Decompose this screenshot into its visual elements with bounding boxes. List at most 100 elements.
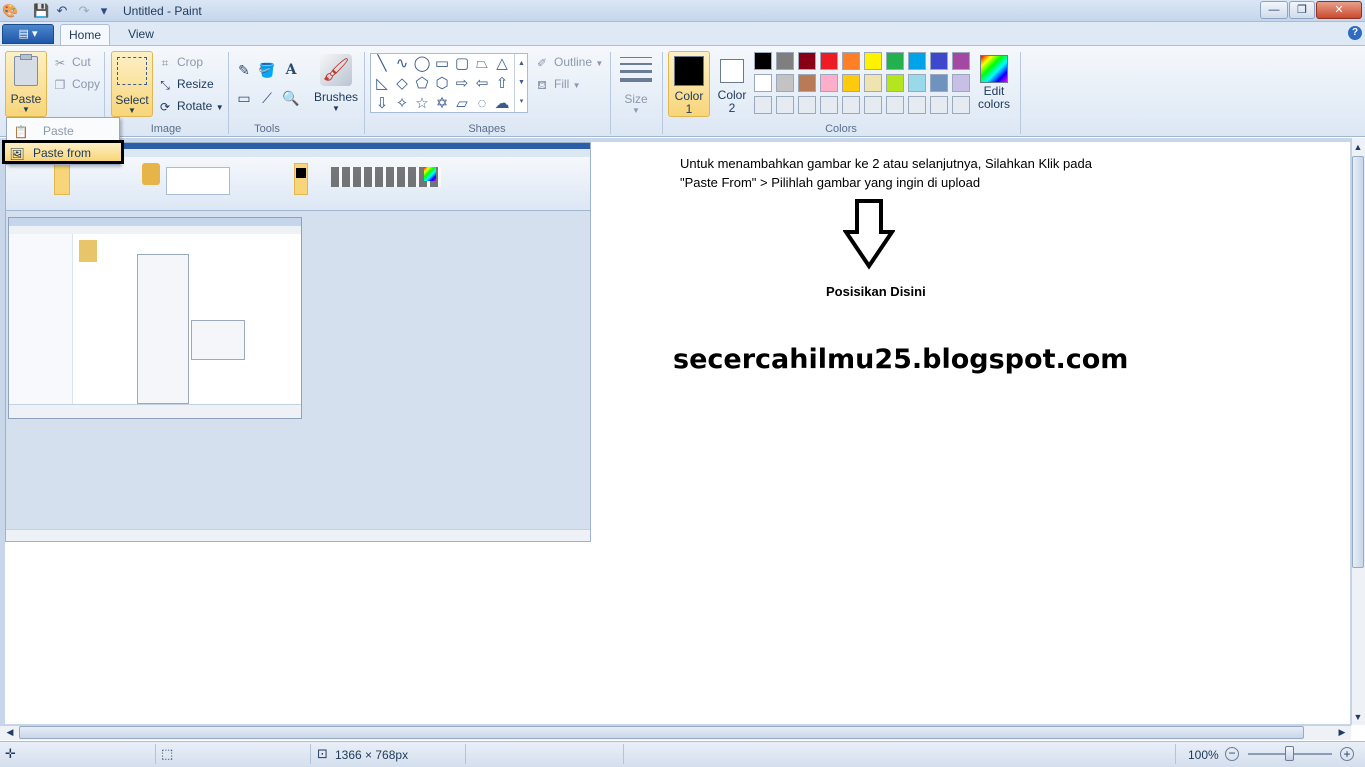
scroll-right-arrow-icon[interactable]: ▶ [1336,727,1348,738]
line-shape-icon[interactable]: ╲ [372,54,392,74]
magnifier-icon[interactable]: 🔍 [280,87,302,109]
text-tool-icon[interactable]: A [280,59,302,81]
palette-swatch[interactable] [908,96,926,114]
paste-button[interactable]: Paste ▼ [5,51,47,117]
six-point-star-shape-icon[interactable]: ✡ [432,94,452,114]
rotate-button[interactable]: ⟳ Rotate ▼ [157,97,224,115]
palette-swatch[interactable] [820,52,838,70]
select-button[interactable]: Select ▼ [111,51,153,117]
palette-swatch[interactable] [798,52,816,70]
diamond-shape-icon[interactable]: ◇ [392,74,412,94]
five-point-star-shape-icon[interactable]: ☆ [412,94,432,114]
palette-swatch[interactable] [864,74,882,92]
palette-swatch[interactable] [842,96,860,114]
color1-button[interactable]: Color 1 [668,51,710,117]
palette-swatch[interactable] [776,52,794,70]
paint-menu-button[interactable]: ▤ ▾ [2,24,54,44]
palette-swatch[interactable] [952,52,970,70]
paint-app-icon[interactable]: 🎨 [2,3,18,19]
pencil-icon[interactable]: ✎ [233,59,255,81]
palette-swatch[interactable] [930,52,948,70]
redo-icon[interactable]: ↷ [76,3,92,19]
save-icon[interactable]: 💾 [33,3,49,19]
palette-swatch[interactable] [798,74,816,92]
palette-swatch[interactable] [864,96,882,114]
zoom-slider-thumb[interactable] [1285,746,1294,761]
paste-dropdown-arrow-icon[interactable]: ▼ [6,106,46,114]
down-arrow-shape-icon[interactable]: ⇩ [372,94,392,114]
cut-button[interactable]: ✂ Cut [52,53,91,71]
palette-swatch[interactable] [952,74,970,92]
polygon-shape-icon[interactable]: ⏢ [472,54,492,74]
curve-shape-icon[interactable]: ∿ [392,54,412,74]
rounded-rectangle-shape-icon[interactable]: ▢ [452,54,472,74]
scroll-down-arrow-icon[interactable]: ▼ [1352,712,1364,722]
tools-group-label: Tools [254,123,280,135]
menu-item-paste-from[interactable]: 🖼 Paste from [2,140,124,164]
minimize-button[interactable]: — [1260,1,1288,19]
hexagon-shape-icon[interactable]: ⬡ [432,74,452,94]
palette-swatch[interactable] [820,74,838,92]
shapes-gallery-scroll[interactable]: ▲ ▼ ▾ [514,54,528,112]
rectangle-shape-icon[interactable]: ▭ [432,54,452,74]
vertical-scrollbar-thumb[interactable] [1352,156,1364,568]
rotate-icon: ⟳ [159,99,171,114]
horizontal-scrollbar-thumb[interactable] [19,726,1304,739]
close-button[interactable]: ✕ [1316,1,1362,19]
undo-icon[interactable]: ↶ [54,3,70,19]
right-triangle-shape-icon[interactable]: ◺ [372,74,392,94]
oval-shape-icon[interactable]: ◯ [412,54,432,74]
four-point-star-shape-icon[interactable]: ✧ [392,94,412,114]
right-arrow-shape-icon[interactable]: ⇨ [452,74,472,94]
palette-swatch[interactable] [952,96,970,114]
palette-swatch[interactable] [842,52,860,70]
palette-swatch[interactable] [908,52,926,70]
palette-swatch[interactable] [776,96,794,114]
triangle-shape-icon[interactable]: △ [492,54,512,74]
zoom-out-icon[interactable]: − [1225,747,1239,761]
scroll-left-arrow-icon[interactable]: ◀ [4,727,16,738]
up-arrow-shape-icon[interactable]: ⇧ [492,74,512,94]
maximize-button[interactable]: ❐ [1289,1,1315,19]
size-button[interactable]: Size ▼ [616,51,656,117]
palette-swatch[interactable] [754,74,772,92]
cloud-callout-shape-icon[interactable]: ☁ [492,94,512,114]
oval-callout-shape-icon[interactable]: ◌ [472,94,492,114]
copy-button[interactable]: ❐ Copy [52,75,100,93]
left-arrow-shape-icon[interactable]: ⇦ [472,74,492,94]
eraser-icon[interactable]: ▭ [233,87,255,109]
fill-button[interactable]: ⛾ Fill ▼ [534,75,581,93]
palette-swatch[interactable] [886,96,904,114]
crop-button[interactable]: ⌗ Crop [157,53,203,71]
help-icon[interactable]: ? [1348,26,1362,40]
palette-swatch[interactable] [886,52,904,70]
resize-button[interactable]: ⤡ Resize [157,75,214,93]
palette-swatch[interactable] [930,74,948,92]
select-dropdown-arrow-icon[interactable]: ▼ [112,107,152,115]
color-picker-icon[interactable]: ⟋ [256,87,278,109]
palette-swatch[interactable] [930,96,948,114]
palette-swatch[interactable] [864,52,882,70]
pentagon-shape-icon[interactable]: ⬠ [412,74,432,94]
palette-swatch[interactable] [886,74,904,92]
palette-swatch[interactable] [842,74,860,92]
edit-colors-button[interactable]: Edit colors [975,51,1013,117]
palette-swatch[interactable] [754,52,772,70]
tab-view[interactable]: View [116,24,166,46]
scroll-up-arrow-icon[interactable]: ▲ [1352,142,1364,152]
rounded-callout-shape-icon[interactable]: ▱ [452,94,472,114]
palette-swatch[interactable] [754,96,772,114]
palette-swatch[interactable] [908,74,926,92]
customize-quick-access-icon[interactable]: ▾ [96,3,112,19]
outline-button[interactable]: ✐ Outline ▼ [534,53,603,71]
fill-bucket-icon[interactable]: 🪣 [256,59,278,81]
tab-home[interactable]: Home [60,24,110,46]
palette-swatch[interactable] [776,74,794,92]
brushes-button[interactable]: 🖌 Brushes ▼ [312,51,360,117]
menu-item-paste[interactable]: 📋 Paste [9,121,117,141]
palette-swatch[interactable] [798,96,816,114]
palette-swatch[interactable] [820,96,838,114]
color2-button[interactable]: Color 2 [711,51,753,117]
zoom-in-icon[interactable]: + [1340,747,1354,761]
pasted-screenshot-image[interactable] [5,142,591,542]
